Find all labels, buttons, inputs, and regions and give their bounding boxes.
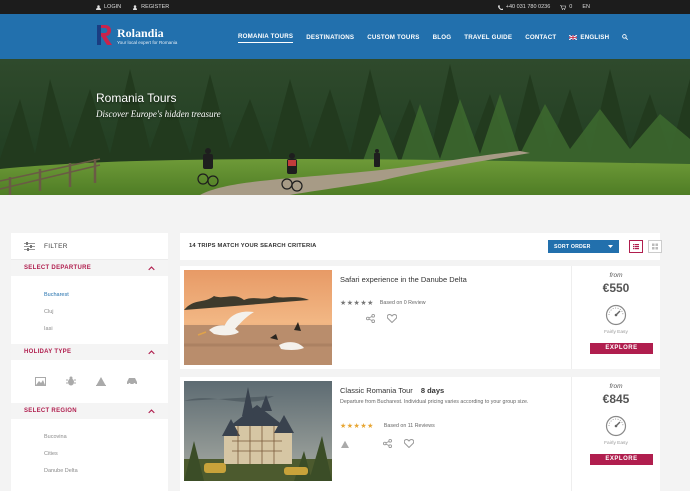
list-view-button[interactable] bbox=[629, 240, 643, 253]
trip-price-panel: from €845 Fairly Easy EXPLORE bbox=[571, 377, 660, 491]
user-plus-icon bbox=[133, 4, 138, 10]
logo-mark-icon bbox=[97, 25, 112, 45]
price-from: from bbox=[609, 383, 623, 390]
chevron-up-icon bbox=[148, 349, 155, 354]
nav-search[interactable] bbox=[622, 33, 629, 43]
trip-actions bbox=[341, 439, 414, 448]
hero-banner: Romania Tours Discover Europe's hidden t… bbox=[0, 59, 690, 195]
car-icon[interactable] bbox=[126, 377, 138, 385]
nav-contact[interactable]: CONTACT bbox=[525, 33, 556, 43]
results-toolbar: 14 TRIPS MATCH YOUR SEARCH CRITERIA SORT… bbox=[180, 233, 662, 260]
departure-section-header[interactable]: SELECT DEPARTURE bbox=[11, 260, 168, 276]
sort-order-dropdown[interactable]: SORT ORDER bbox=[548, 240, 619, 253]
trip-rating: ★★★★★ Based on 0 Review bbox=[340, 299, 426, 307]
brand-name: Rolandia bbox=[117, 26, 164, 40]
user-icon bbox=[96, 4, 101, 10]
rating-reviews: Based on 11 Reviews bbox=[383, 423, 435, 429]
region-section-header[interactable]: SELECT REGION bbox=[11, 403, 168, 419]
holiday-type-section-title: HOLIDAY TYPE bbox=[24, 349, 72, 355]
grid-view-button[interactable] bbox=[648, 240, 662, 253]
caret-down-icon bbox=[608, 245, 613, 248]
nav-blog[interactable]: BLOG bbox=[433, 33, 452, 43]
departure-option-cluj[interactable]: Cluj bbox=[11, 304, 168, 321]
region-option-bucovina[interactable]: Bucovina bbox=[11, 429, 168, 446]
explore-button[interactable]: EXPLORE bbox=[590, 454, 653, 465]
hero-subtitle: Discover Europe's hidden treasure bbox=[96, 109, 221, 119]
filter-header: FILTER bbox=[11, 233, 168, 260]
trip-duration: 8 days bbox=[420, 386, 445, 395]
trip-rating: ★★★★★ Based on 11 Reviews bbox=[340, 422, 435, 430]
filter-sidebar: FILTER SELECT DEPARTURE Bucharest Cluj I… bbox=[11, 233, 168, 491]
share-icon[interactable] bbox=[383, 439, 392, 448]
share-icon[interactable] bbox=[366, 314, 375, 323]
trip-price-panel: from €550 Fairly Easy EXPLORE bbox=[571, 266, 660, 369]
main-header: Rolandia Your local expert for Romania R… bbox=[0, 14, 690, 59]
nav-language-label: ENGLISH bbox=[580, 33, 610, 41]
cart-icon bbox=[560, 4, 567, 10]
trip-price: €845 bbox=[602, 392, 630, 406]
main-nav: ROMANIA TOURS DESTINATIONS CUSTOM TOURS … bbox=[238, 33, 629, 43]
heart-icon[interactable] bbox=[404, 439, 414, 448]
trip-description: Departure from Bucharest. Individual pri… bbox=[340, 399, 529, 405]
difficulty-gauge-icon bbox=[605, 415, 627, 437]
holiday-type-icons bbox=[11, 368, 168, 394]
sliders-icon bbox=[24, 241, 35, 251]
difficulty-gauge-icon bbox=[605, 304, 627, 326]
logo[interactable]: Rolandia Your local expert for Romania bbox=[95, 25, 195, 49]
chevron-up-icon bbox=[148, 265, 155, 270]
departure-option-bucharest[interactable]: Bucharest bbox=[11, 287, 168, 304]
top-bar: LOGIN REGISTER +40 031 780 0236 0 EN bbox=[0, 0, 690, 14]
pelicans-image bbox=[184, 270, 332, 365]
search-icon bbox=[622, 34, 629, 40]
login-link[interactable]: LOGIN bbox=[96, 4, 121, 10]
results-count: 14 TRIPS MATCH YOUR SEARCH CRITERIA bbox=[189, 243, 317, 249]
departure-section-title: SELECT DEPARTURE bbox=[24, 265, 92, 271]
rating-stars: ★★★★★ bbox=[340, 300, 374, 307]
trip-title[interactable]: Classic Romania Tour 8 days bbox=[340, 386, 444, 395]
rating-reviews: Based on 0 Review bbox=[379, 300, 426, 306]
trip-price: €550 bbox=[602, 281, 630, 295]
price-from: from bbox=[609, 272, 623, 279]
rating-stars: ★★★★★ bbox=[340, 423, 374, 430]
explore-button[interactable]: EXPLORE bbox=[590, 343, 653, 354]
mountain-icon[interactable] bbox=[96, 376, 106, 386]
difficulty-label: Fairly Easy bbox=[604, 330, 628, 335]
chevron-up-icon bbox=[148, 408, 155, 413]
trip-actions bbox=[366, 314, 397, 323]
grid-icon bbox=[652, 243, 658, 250]
phone-link[interactable]: +40 031 780 0236 bbox=[497, 4, 550, 10]
nav-language[interactable]: ENGLISH bbox=[569, 33, 609, 43]
region-section-title: SELECT REGION bbox=[24, 408, 77, 414]
list-icon bbox=[633, 244, 639, 250]
departure-option-iasi[interactable]: Iasi bbox=[11, 321, 168, 338]
phone-icon bbox=[497, 4, 503, 10]
language-link[interactable]: EN bbox=[582, 4, 590, 10]
nav-destinations[interactable]: DESTINATIONS bbox=[306, 33, 354, 43]
filter-title: FILTER bbox=[44, 242, 68, 250]
holiday-type-section-header[interactable]: HOLIDAY TYPE bbox=[11, 344, 168, 360]
trip-image[interactable] bbox=[184, 381, 332, 481]
hero-title: Romania Tours bbox=[96, 91, 177, 105]
heart-icon[interactable] bbox=[387, 314, 397, 323]
castle-image bbox=[184, 381, 332, 481]
trip-image[interactable] bbox=[184, 270, 332, 365]
trip-title[interactable]: Safari experience in the Danube Delta bbox=[340, 275, 467, 284]
image-icon[interactable] bbox=[35, 376, 46, 386]
brand-tagline: Your local expert for Romania bbox=[117, 40, 178, 45]
nav-romania-tours[interactable]: ROMANIA TOURS bbox=[238, 33, 294, 43]
sort-order-label: SORT ORDER bbox=[554, 243, 591, 250]
cart-link[interactable]: 0 bbox=[560, 4, 572, 10]
hero-image bbox=[0, 59, 690, 195]
region-option-danube-delta[interactable]: Danube Delta bbox=[11, 463, 168, 480]
region-option-cities[interactable]: Cities bbox=[11, 446, 168, 463]
trip-card: Safari experience in the Danube Delta ★★… bbox=[180, 266, 660, 369]
register-link[interactable]: REGISTER bbox=[133, 4, 169, 10]
difficulty-label: Fairly Easy bbox=[604, 441, 628, 446]
nav-custom-tours[interactable]: CUSTOM TOURS bbox=[367, 33, 419, 43]
trip-card: Classic Romania Tour 8 days Departure fro… bbox=[180, 377, 660, 491]
bug-icon[interactable] bbox=[66, 376, 76, 386]
mountain-icon bbox=[341, 440, 349, 448]
nav-travel-guide[interactable]: TRAVEL GUIDE bbox=[464, 33, 512, 43]
uk-flag-icon bbox=[569, 34, 578, 40]
